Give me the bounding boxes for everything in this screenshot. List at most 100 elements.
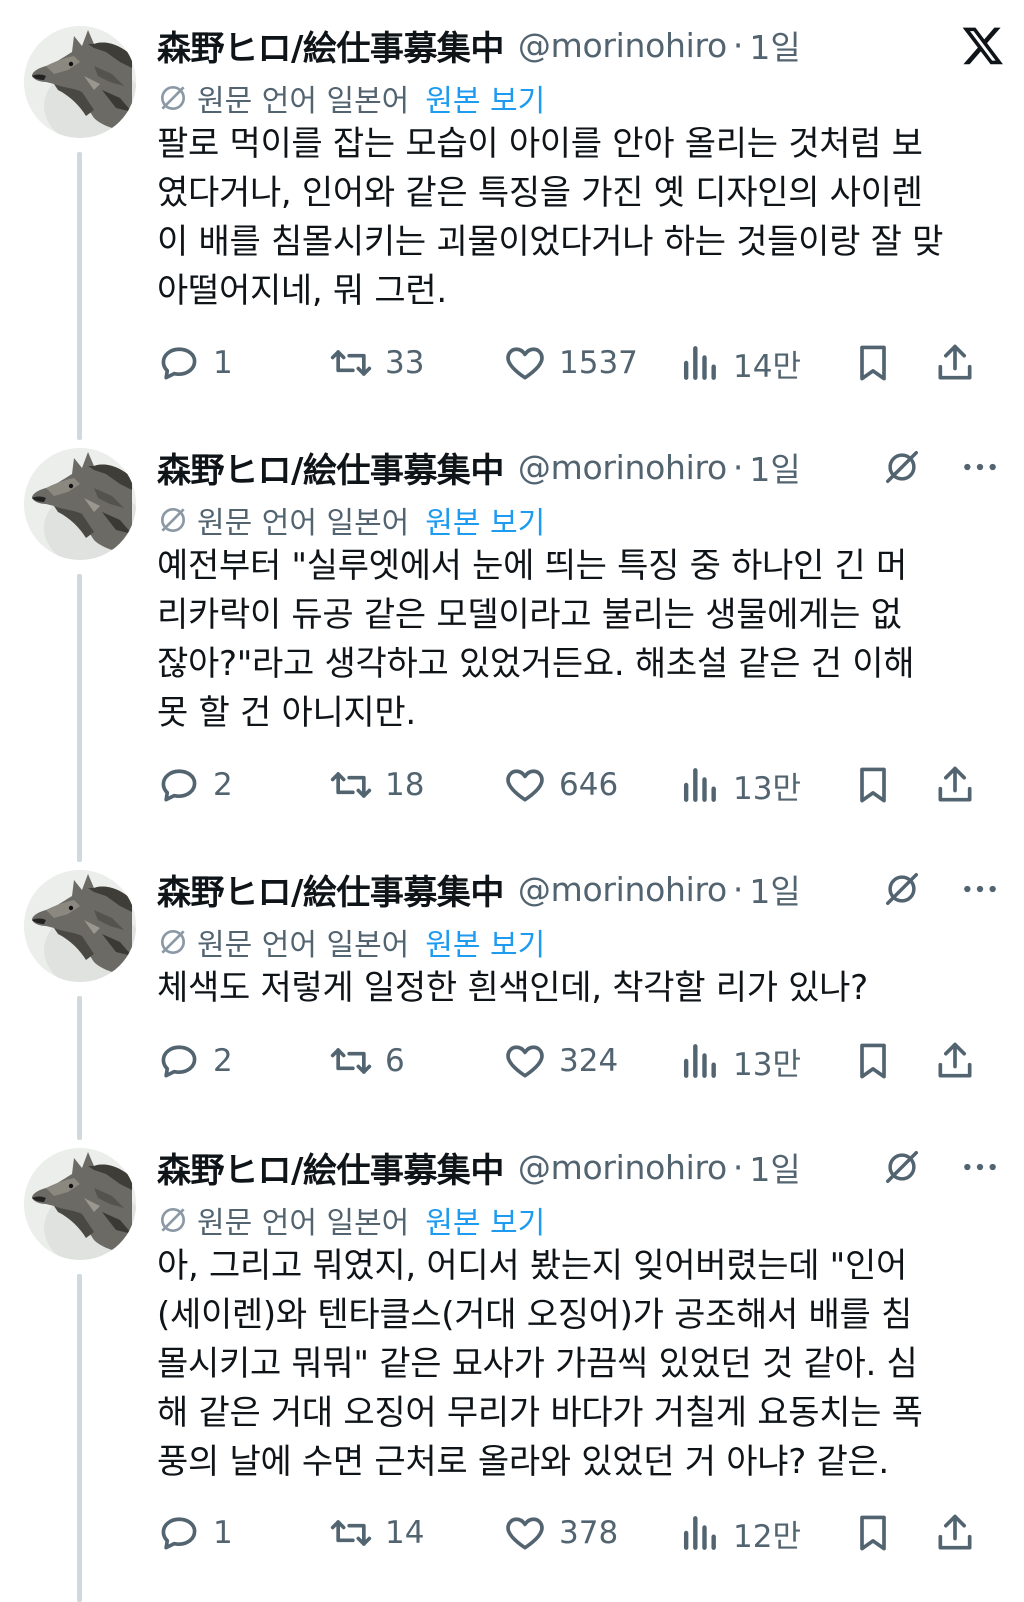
translation-notice: 원문 언어 일본어 원본 보기 (157, 76, 545, 120)
views-icon (683, 1044, 716, 1078)
retweet-count: 6 (385, 1043, 405, 1079)
display-name[interactable]: 森野ヒロ/絵仕事募集中 (157, 21, 504, 70)
thread-line (77, 1274, 82, 1602)
tweet-text: 체색도 저렇게 일정한 흰색인데, 착각할 리가 있나? (157, 964, 987, 1013)
views-icon (683, 768, 716, 802)
bookmark-icon (860, 767, 886, 803)
separator: · (732, 25, 744, 65)
handle[interactable]: @morinohiro (518, 448, 727, 487)
tweet[interactable]: 森野ヒロ/絵仕事募集中 @morinohiro · 1일 원문 언어 일본어 원… (0, 442, 1024, 862)
translate-icon (161, 508, 185, 532)
views-icon (683, 346, 716, 380)
reply-button[interactable]: 2 (157, 760, 233, 810)
wolf-avatar-image (24, 870, 136, 982)
display-name[interactable]: 森野ヒロ/絵仕事募集中 (157, 443, 504, 492)
share-icon (938, 1042, 972, 1078)
action-bar: 2 18 646 13만 (157, 760, 977, 810)
x-logo-icon[interactable] (961, 23, 1005, 67)
timestamp[interactable]: 1일 (749, 1143, 800, 1191)
like-button[interactable]: 378 (503, 1508, 618, 1558)
text-line: 팔로 먹이를 잡는 모습이 아이를 안아 올리는 것처럼 보 (157, 124, 923, 164)
tweet[interactable]: 森野ヒロ/絵仕事募集中 @morinohiro · 1일 원문 언어 일본어 원… (0, 20, 1024, 440)
display-name[interactable]: 森野ヒロ/絵仕事募集中 (157, 865, 504, 914)
avatar[interactable] (24, 1148, 136, 1260)
separator: · (732, 869, 744, 909)
views-button[interactable]: 13만 (677, 1036, 801, 1086)
bookmark-button[interactable] (851, 1508, 895, 1558)
share-button[interactable] (933, 760, 977, 810)
timestamp[interactable]: 1일 (749, 865, 800, 913)
like-count: 378 (559, 1515, 619, 1551)
header-actions (883, 442, 1007, 492)
bookmark-button[interactable] (851, 760, 895, 810)
like-button[interactable]: 646 (503, 760, 618, 810)
bookmark-icon (860, 1515, 886, 1551)
like-count: 324 (559, 1043, 619, 1079)
more-icon[interactable] (961, 448, 999, 486)
thread-feed: 森野ヒロ/絵仕事募集中 @morinohiro · 1일 원문 언어 일본어 원… (0, 0, 1024, 1602)
original-language-label: 원문 언어 일본어 (197, 928, 410, 963)
show-original-link[interactable]: 원본 보기 (425, 920, 545, 964)
reply-icon (161, 1517, 197, 1550)
text-line: 체색도 저렇게 일정한 흰색인데, 착각할 리가 있나? (157, 968, 868, 1008)
action-bar: 1 14 378 12만 (157, 1508, 977, 1558)
avatar[interactable] (24, 448, 136, 560)
text-line: 리카락이 듀공 같은 모델이라고 불리는 생물에게는 없 (157, 595, 902, 635)
bookmark-icon (860, 1043, 886, 1079)
heart-icon (506, 347, 544, 380)
reply-button[interactable]: 2 (157, 1036, 233, 1086)
handle[interactable]: @morinohiro (518, 870, 727, 909)
show-original-link[interactable]: 원본 보기 (425, 498, 545, 542)
avatar[interactable] (24, 26, 136, 138)
header-actions (961, 20, 1007, 70)
handle[interactable]: @morinohiro (518, 26, 727, 65)
show-original-link[interactable]: 원본 보기 (425, 76, 545, 120)
timestamp[interactable]: 1일 (749, 443, 800, 491)
tweet[interactable]: 森野ヒロ/絵仕事募集中 @morinohiro · 1일 원문 언어 일본어 원… (0, 1142, 1024, 1602)
tweet-header: 森野ヒロ/絵仕事募集中 @morinohiro · 1일 (157, 864, 1007, 914)
grok-icon[interactable] (883, 1148, 921, 1186)
thread-line (77, 152, 82, 440)
retweet-button[interactable]: 14 (329, 1508, 424, 1558)
bookmark-icon (860, 345, 886, 381)
view-count: 13만 (733, 770, 801, 807)
tweet[interactable]: 森野ヒロ/絵仕事募集中 @morinohiro · 1일 원문 언어 일본어 원… (0, 864, 1024, 1140)
retweet-button[interactable]: 6 (329, 1036, 405, 1086)
handle[interactable]: @morinohiro (518, 1148, 727, 1187)
views-button[interactable]: 13만 (677, 760, 801, 810)
views-button[interactable]: 12만 (677, 1508, 801, 1558)
more-icon[interactable] (961, 1148, 999, 1186)
share-button[interactable] (933, 1508, 977, 1558)
grok-icon[interactable] (883, 870, 921, 908)
show-original-link[interactable]: 원본 보기 (425, 1198, 545, 1242)
separator: · (732, 447, 744, 487)
reply-button[interactable]: 1 (157, 1508, 233, 1558)
grok-icon[interactable] (883, 448, 921, 486)
share-button[interactable] (933, 338, 977, 388)
reply-count: 1 (213, 345, 233, 381)
share-button[interactable] (933, 1036, 977, 1086)
reply-button[interactable]: 1 (157, 338, 233, 388)
views-icon (683, 1516, 716, 1550)
retweet-button[interactable]: 18 (329, 760, 424, 810)
reply-count: 2 (213, 1043, 233, 1079)
action-bar: 2 6 324 13만 (157, 1036, 977, 1086)
like-button[interactable]: 324 (503, 1036, 618, 1086)
like-button[interactable]: 1537 (503, 338, 638, 388)
more-icon[interactable] (961, 870, 999, 908)
reply-count: 2 (213, 767, 233, 803)
translation-notice: 원문 언어 일본어 원본 보기 (157, 1198, 545, 1242)
bookmark-button[interactable] (851, 338, 895, 388)
avatar[interactable] (24, 870, 136, 982)
display-name[interactable]: 森野ヒロ/絵仕事募集中 (157, 1143, 504, 1192)
text-line: (세이렌)와 텐타클스(거대 오징어)가 공조해서 배를 침 (157, 1295, 912, 1335)
bookmark-button[interactable] (851, 1036, 895, 1086)
share-icon (938, 766, 972, 802)
wolf-avatar-image (24, 448, 136, 560)
wolf-avatar-image (24, 26, 136, 138)
views-button[interactable]: 14만 (677, 338, 801, 388)
retweet-icon (330, 1520, 372, 1546)
text-line: 풍의 날에 수면 근처로 올라와 있었던 거 아냐? 같은. (157, 1442, 889, 1482)
retweet-button[interactable]: 33 (329, 338, 424, 388)
timestamp[interactable]: 1일 (749, 21, 800, 69)
